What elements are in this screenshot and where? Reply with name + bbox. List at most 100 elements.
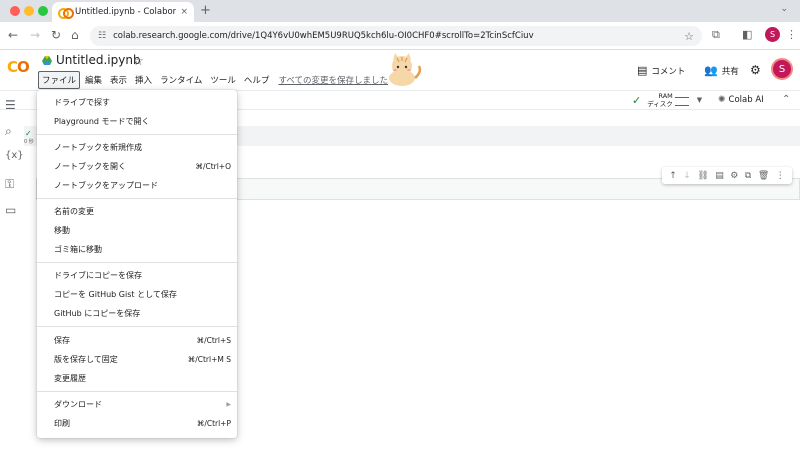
back-icon[interactable]: ← [8, 28, 18, 42]
disk-label: ディスク [647, 100, 673, 108]
comment-button[interactable]: ▤ コメント [637, 64, 685, 77]
ram-label: RAM [658, 92, 673, 100]
menu-item-open-playground[interactable]: Playground モードで開く [37, 112, 237, 130]
site-info-icon[interactable]: ☷ [98, 31, 106, 41]
side-panel-icon[interactable]: ◧ [742, 28, 752, 41]
cell-run-time: 0 秒 [24, 139, 34, 145]
menu-item-save-copy-drive[interactable]: ドライブにコピーを保存 [37, 266, 237, 284]
resource-bars [674, 92, 689, 108]
menu-item-open-notebook[interactable]: ノートブックを開く ⌘/Ctrl+O [37, 157, 237, 175]
menu-tools[interactable]: ツール [207, 72, 239, 88]
comment-cell-icon[interactable]: ▤ [715, 171, 724, 181]
file-menu-dropdown: ドライブで探す Playground モードで開く ノートブックを新規作成 ノー… [37, 90, 237, 438]
browser-tab[interactable]: Untitled.ipynb - Colaboratory × [52, 2, 194, 22]
colab-header: CO Untitled.ipynb ☆ ファイル 編集 表示 挿入 ランタイム … [0, 50, 800, 90]
user-avatar[interactable]: S [771, 58, 793, 80]
resource-monitor[interactable]: ✓ RAM ディスク ▼ [632, 92, 702, 108]
variables-icon[interactable]: {x} [5, 150, 24, 161]
link-cell-icon[interactable]: ⛓ [697, 171, 708, 181]
menu-edit[interactable]: 編集 [82, 72, 105, 88]
connected-check-icon: ✓ [632, 93, 642, 107]
secrets-key-icon[interactable]: ⚿ [5, 177, 14, 192]
settings-gear-icon[interactable]: ⚙ [750, 63, 761, 77]
cat-mascot-icon [389, 53, 422, 86]
menu-insert[interactable]: 挿入 [132, 72, 155, 88]
menu-item-new-notebook[interactable]: ノートブックを新規作成 [37, 138, 237, 156]
cell-settings-icon[interactable]: ⚙ [730, 171, 738, 181]
menu-item-revision-history[interactable]: 変更履歴 [37, 369, 237, 387]
comment-label: コメント [651, 66, 686, 77]
menu-item-save-and-pin[interactable]: 版を保存して固定 ⌘/Ctrl+M S [37, 350, 237, 368]
search-icon[interactable]: ⌕ [5, 124, 12, 139]
menu-view[interactable]: 表示 [107, 72, 130, 88]
menu-runtime[interactable]: ランタイム [157, 72, 205, 88]
colab-favicon-icon [58, 8, 74, 19]
menu-item-move-to-trash[interactable]: ゴミ箱に移動 [37, 240, 237, 258]
tab-search-icon[interactable]: ⌄ [780, 4, 788, 14]
runtime-dropdown-icon[interactable]: ▼ [697, 96, 702, 104]
menu-item-save[interactable]: 保存 ⌘/Ctrl+S [37, 331, 237, 349]
menu-item-upload-notebook[interactable]: ノートブックをアップロード [37, 176, 237, 194]
shortcut-print: ⌘/Ctrl+P [196, 418, 231, 428]
menu-bar: ファイル 編集 表示 挿入 ランタイム ツール ヘルプ すべての変更を保存しまし… [38, 71, 388, 89]
save-status-link[interactable]: すべての変更を保存しました [278, 74, 388, 86]
menu-separator [37, 391, 237, 392]
maximize-window-button[interactable] [38, 6, 48, 16]
menu-file[interactable]: ファイル [38, 71, 81, 89]
mirror-cell-icon[interactable]: ⧉ [745, 171, 751, 181]
shortcut-save: ⌘/Ctrl+S [196, 335, 231, 345]
colab-ai-label: Colab AI [728, 95, 764, 105]
menu-item-download[interactable]: ダウンロード ▶ [37, 395, 237, 413]
browser-tab-bar: Untitled.ipynb - Colaboratory × + ⌄ [0, 0, 800, 22]
menu-help[interactable]: ヘルプ [241, 72, 273, 88]
share-people-icon: 👥 [704, 64, 718, 77]
cell-run-status-icon: ✓ [25, 129, 32, 138]
menu-item-rename[interactable]: 名前の変更 [37, 202, 237, 220]
menu-item-find-in-drive[interactable]: ドライブで探す [37, 93, 237, 111]
menu-separator [37, 134, 237, 135]
google-drive-icon [42, 56, 52, 65]
menu-item-save-copy-github[interactable]: GitHub にコピーを保存 [37, 304, 237, 322]
url-text: colab.research.google.com/drive/1Q4Y6vU0… [113, 31, 534, 41]
bookmark-star-icon[interactable]: ☆ [684, 30, 694, 43]
notebook-title[interactable]: Untitled.ipynb [56, 53, 141, 67]
reload-icon[interactable]: ↻ [51, 28, 61, 42]
new-tab-button[interactable]: + [200, 3, 211, 18]
files-folder-icon[interactable]: ▭ [5, 203, 16, 217]
colab-logo[interactable]: CO [7, 58, 30, 76]
menu-item-save-copy-gist[interactable]: コピーを GitHub Gist として保存 [37, 285, 237, 303]
submenu-arrow-icon: ▶ [226, 400, 231, 408]
menu-item-print[interactable]: 印刷 ⌘/Ctrl+P [37, 414, 237, 432]
delete-cell-icon[interactable]: 🗑 [758, 171, 769, 181]
minimize-window-button[interactable] [24, 6, 34, 16]
browser-menu-icon[interactable]: ⋮ [786, 28, 797, 41]
colab-ai-icon: ✺ [718, 95, 726, 105]
move-cell-up-icon[interactable]: ↑ [669, 171, 677, 181]
shortcut-open: ⌘/Ctrl+O [195, 161, 231, 171]
browser-address-bar: ← → ↻ ⌂ ☷ colab.research.google.com/driv… [0, 22, 800, 50]
home-icon[interactable]: ⌂ [71, 28, 79, 42]
star-notebook-icon[interactable]: ☆ [133, 54, 144, 68]
tab-title: Untitled.ipynb - Colaboratory [75, 7, 177, 17]
left-sidebar: ☰ ⌕ {x} ⚿ ▭ [0, 90, 24, 451]
share-button[interactable]: 👥 共有 [704, 64, 739, 77]
comment-icon: ▤ [637, 64, 648, 77]
forward-icon[interactable]: → [30, 28, 40, 42]
close-window-button[interactable] [10, 6, 20, 16]
url-omnibox[interactable]: ☷ colab.research.google.com/drive/1Q4Y6v… [90, 26, 702, 46]
share-label: 共有 [721, 66, 739, 77]
table-of-contents-icon[interactable]: ☰ [5, 98, 16, 112]
menu-separator [37, 326, 237, 327]
cell-toolbar: ↑ ↓ ⛓ ▤ ⚙ ⧉ 🗑 ⋮ [662, 167, 792, 184]
menu-item-move[interactable]: 移動 [37, 221, 237, 239]
browser-profile-avatar[interactable]: S [765, 27, 780, 42]
tab-close-icon[interactable]: × [180, 7, 188, 17]
move-cell-down-icon[interactable]: ↓ [683, 171, 691, 181]
cell-more-icon[interactable]: ⋮ [776, 171, 785, 181]
collapse-header-icon[interactable]: ⌃ [782, 94, 790, 105]
colab-ai-button[interactable]: ✺ Colab AI [718, 95, 764, 105]
shortcut-save-pin: ⌘/Ctrl+M S [187, 354, 231, 364]
menu-separator [37, 262, 237, 263]
extensions-icon[interactable]: ⧉ [712, 28, 720, 42]
menu-separator [37, 198, 237, 199]
